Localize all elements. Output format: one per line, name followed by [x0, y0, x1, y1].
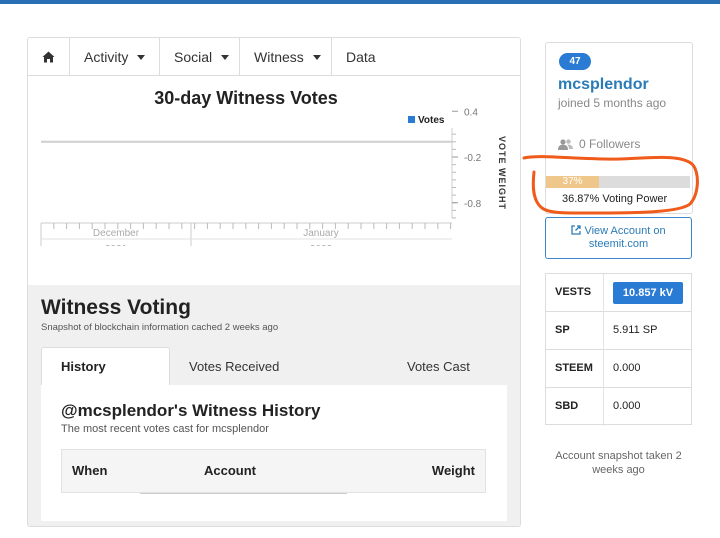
x-year-label: 2022: [310, 244, 333, 246]
column-account[interactable]: Account: [204, 463, 256, 478]
reputation-badge: 47: [559, 53, 591, 70]
column-when[interactable]: When: [72, 463, 107, 478]
chart-title: 30-day Witness Votes: [154, 88, 338, 108]
users-icon: [558, 138, 573, 150]
y-tick-label: -0.2: [464, 153, 482, 164]
column-weight[interactable]: Weight: [432, 463, 475, 478]
followers-label: 0 Followers: [579, 137, 641, 151]
witness-voting-title: Witness Voting: [41, 296, 191, 319]
tab-history[interactable]: History: [41, 347, 170, 385]
stat-divider: [603, 388, 604, 426]
stat-row-vests: VESTS 10.857 kV: [546, 274, 691, 312]
stat-key: SBD: [555, 400, 579, 412]
username-link[interactable]: mcsplendor: [558, 76, 649, 94]
account-stats-table: VESTS 10.857 kV SP 5.911 SP STEEM 0.000 …: [545, 273, 692, 426]
history-panel: @mcsplendor's Witness History The most r…: [41, 385, 507, 521]
vests-badge: 10.857 kV: [613, 282, 683, 304]
view-account-line2: steemit.com: [588, 238, 649, 250]
header-divider: [140, 493, 347, 494]
history-title: @mcsplendor's Witness History: [61, 401, 321, 420]
tab-votes-received[interactable]: Votes Received: [189, 347, 279, 385]
stat-key: VESTS: [555, 286, 592, 298]
legend-swatch: [408, 116, 415, 123]
stat-value: 0.000: [613, 400, 641, 412]
joined-date: joined 5 months ago: [558, 96, 667, 110]
x-month-label: December: [93, 228, 140, 239]
hand-drawn-circle-annotation: [522, 155, 699, 215]
stat-row-sbd: SBD 0.000: [546, 388, 691, 426]
stat-key: STEEM: [555, 362, 593, 374]
y-axis-title: VOTE WEIGHT: [497, 136, 507, 210]
stat-value: 5.911 SP: [613, 324, 658, 336]
stat-divider: [603, 274, 604, 312]
chart-svg: 30-day Witness Votes Votes 0.4 -0.2 -0.8 VOTE…: [40, 88, 507, 246]
snapshot-note: Account snapshot taken 2 weeks ago: [555, 450, 682, 476]
stat-row-steem: STEEM 0.000: [546, 350, 691, 388]
witness-tabs: History Votes Received Votes Cast: [41, 347, 507, 385]
stat-divider: [603, 312, 604, 350]
history-table-header: When Account Weight: [61, 449, 486, 494]
stat-divider: [603, 350, 604, 388]
witness-votes-chart: 30-day Witness Votes Votes 0.4 -0.2 -0.8 VOTE…: [28, 77, 520, 285]
witness-voting-subtitle: Snapshot of blockchain information cache…: [41, 322, 279, 333]
legend-label: Votes: [418, 115, 445, 126]
history-subtitle: The most recent votes cast for mcsplendo…: [61, 423, 269, 435]
x-year-label: 2021: [105, 244, 128, 246]
witness-panel: Activity Social Witness Data 30-day Witn…: [27, 37, 521, 527]
view-account-line1: View Account on: [584, 225, 666, 237]
y-tick-label: 0.4: [464, 107, 478, 118]
stat-row-sp: SP 5.911 SP: [546, 312, 691, 350]
y-tick-label: -0.8: [464, 199, 482, 210]
tab-votes-cast[interactable]: Votes Cast: [407, 347, 470, 385]
followers-link[interactable]: 0 Followers: [558, 137, 640, 151]
witness-voting-section: Witness Voting Snapshot of blockchain in…: [28, 285, 520, 526]
x-month-label: January: [303, 228, 339, 239]
view-account-button[interactable]: View Account on steemit.com: [545, 217, 692, 259]
top-accent-bar: [0, 0, 720, 4]
external-link-icon: [571, 225, 582, 235]
stat-value: 0.000: [613, 362, 641, 374]
stat-key: SP: [555, 324, 570, 336]
